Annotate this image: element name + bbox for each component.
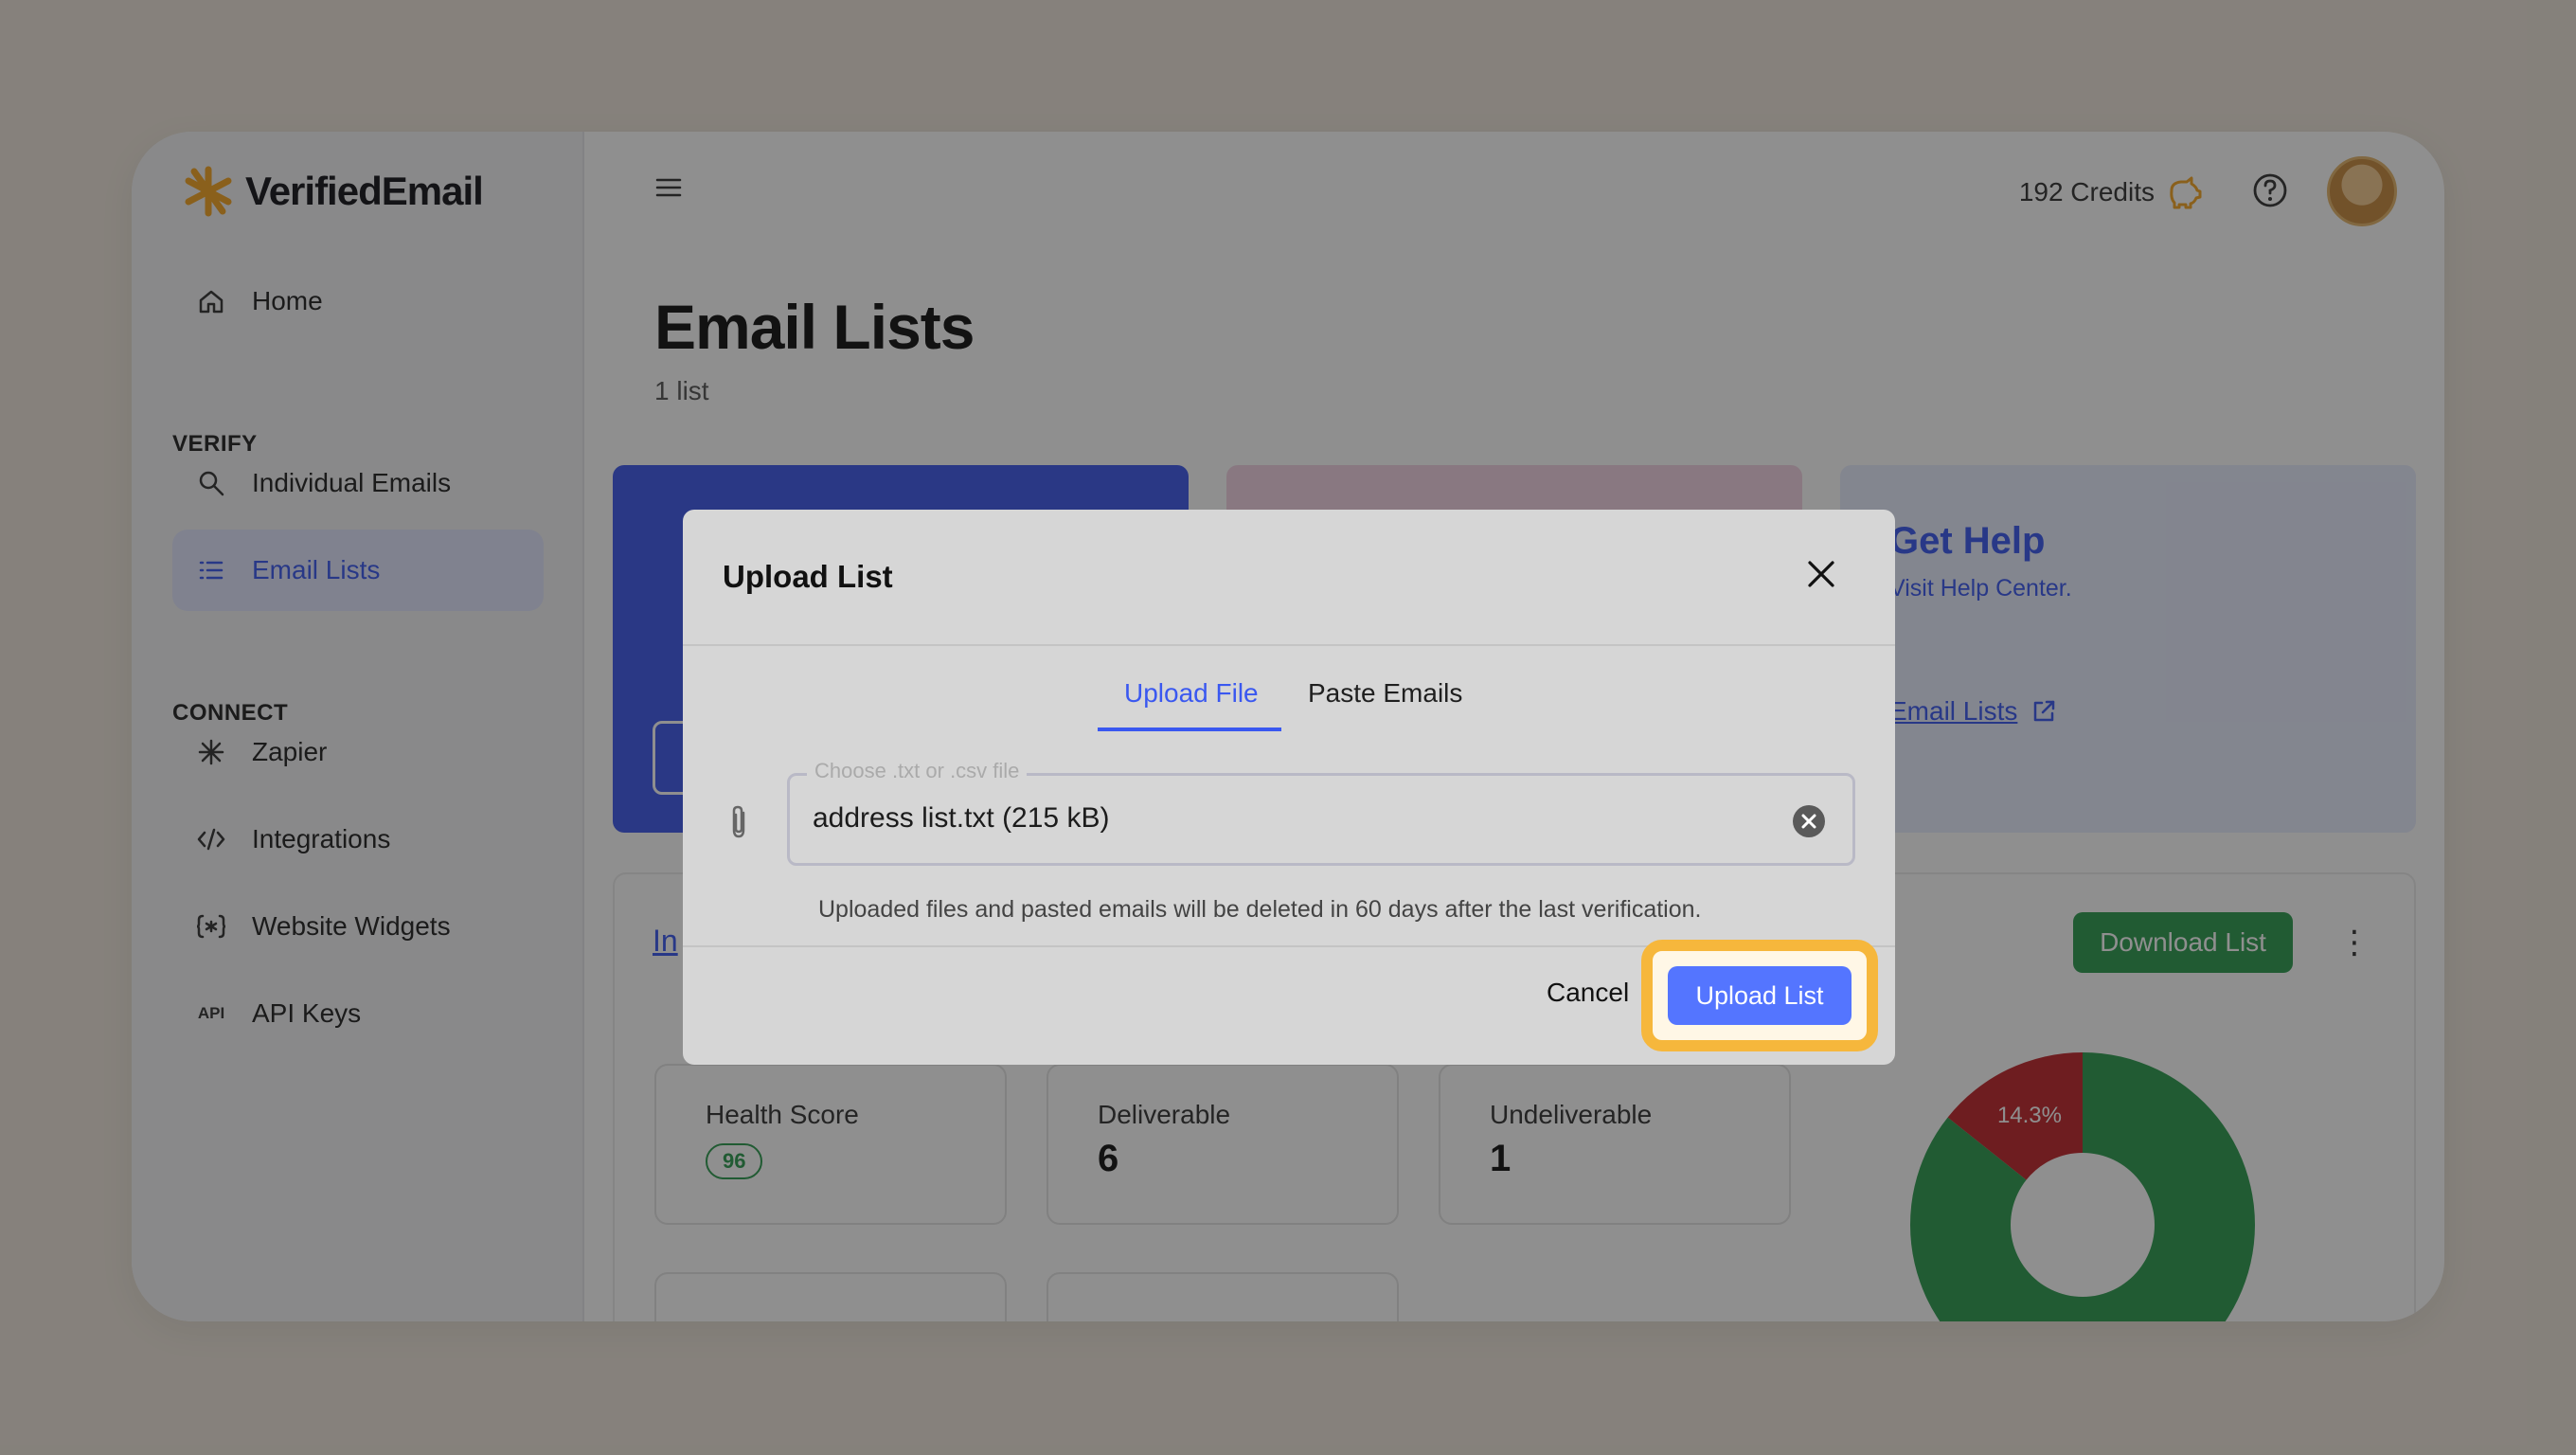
clear-file-icon[interactable]	[1792, 804, 1826, 843]
dialog-title: Upload List	[723, 559, 893, 594]
retention-notice: Uploaded files and pasted emails will be…	[818, 896, 1702, 923]
cancel-button[interactable]: Cancel	[1547, 978, 1629, 1008]
upload-list-dialog: Upload List Upload File Paste Emails Cho…	[683, 510, 1895, 1065]
file-input-label: Choose .txt or .csv file	[807, 759, 1028, 783]
tab-upload-file[interactable]: Upload File	[1124, 678, 1259, 709]
paperclip-icon	[726, 803, 751, 846]
tab-paste-emails[interactable]: Paste Emails	[1308, 678, 1462, 709]
file-input-value: address list.txt (215 kB)	[813, 802, 1110, 834]
dialog-divider	[683, 644, 1895, 646]
file-input[interactable]: Choose .txt or .csv file address list.tx…	[787, 759, 1855, 866]
active-tab-indicator	[1098, 728, 1281, 731]
upload-list-button[interactable]: Upload List	[1668, 966, 1852, 1025]
close-icon[interactable]	[1806, 559, 1836, 594]
